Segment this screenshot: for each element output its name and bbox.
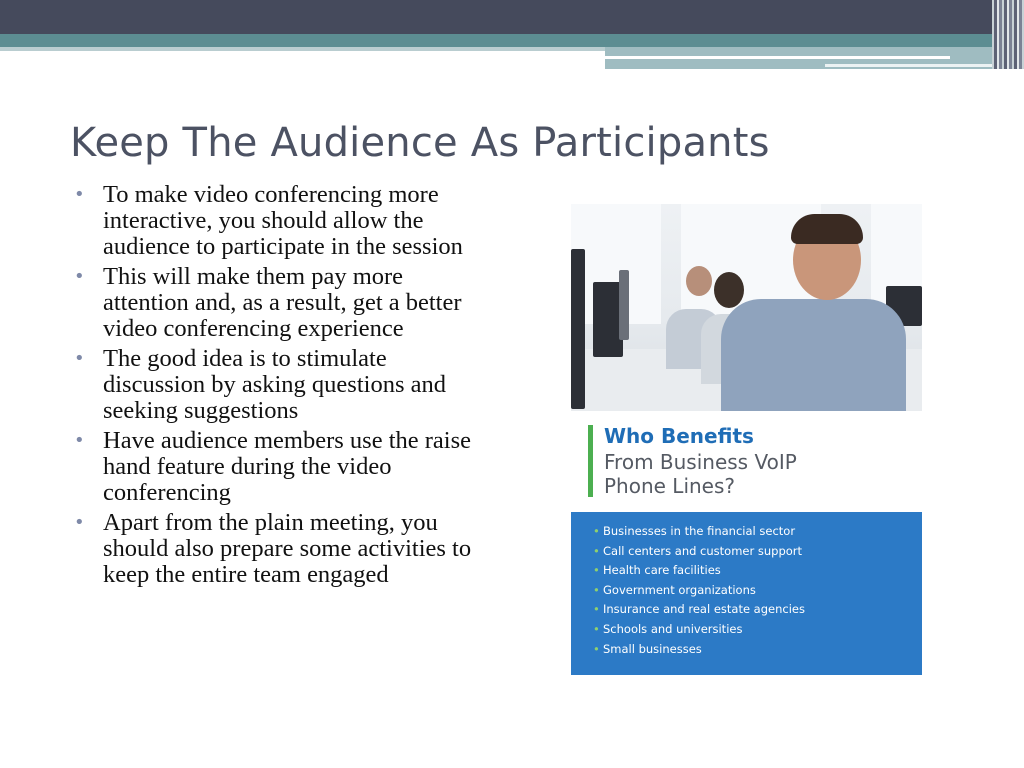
bullet-item: Apart from the plain meeting, you should…: [74, 510, 494, 588]
colleague-head: [714, 272, 744, 308]
image-subheading: From Business VoIP: [604, 450, 797, 474]
bullet-list: To make video conferencing more interact…: [74, 182, 494, 592]
header-light-line: [0, 47, 605, 51]
benefits-box: Businesses in the financial sector Call …: [571, 512, 922, 675]
benefit-item: Businesses in the financial sector: [593, 522, 922, 542]
colleague-head: [686, 266, 712, 296]
accent-bar: [588, 425, 593, 497]
benefit-item: Schools and universities: [593, 620, 922, 640]
header-teal-band: [0, 34, 1024, 47]
bullet-item: This will make them pay more attention a…: [74, 264, 494, 342]
monitor: [571, 249, 585, 409]
slide-title: Keep The Audience As Participants: [70, 120, 770, 166]
benefit-item: Call centers and customer support: [593, 542, 922, 562]
benefit-item: Insurance and real estate agencies: [593, 600, 922, 620]
bullet-item: Have audience members use the raise hand…: [74, 428, 494, 506]
man-hair: [791, 214, 863, 244]
header-white-line: [605, 56, 950, 59]
header-dark-band: [0, 0, 1024, 34]
benefits-list: Businesses in the financial sector Call …: [571, 512, 922, 659]
header-white-line-short: [825, 64, 995, 67]
header-stripes: [992, 0, 1024, 69]
benefit-item: Health care facilities: [593, 561, 922, 581]
benefit-item: Small businesses: [593, 640, 922, 660]
bullet-item: To make video conferencing more interact…: [74, 182, 494, 260]
image-heading: Who Benefits: [604, 424, 754, 448]
benefit-item: Government organizations: [593, 581, 922, 601]
bullet-item: The good idea is to stimulate discussion…: [74, 346, 494, 424]
image-subheading: Phone Lines?: [604, 474, 736, 498]
monitor: [619, 270, 629, 340]
call-center-photo: [571, 204, 922, 411]
man-shirt: [721, 299, 906, 411]
